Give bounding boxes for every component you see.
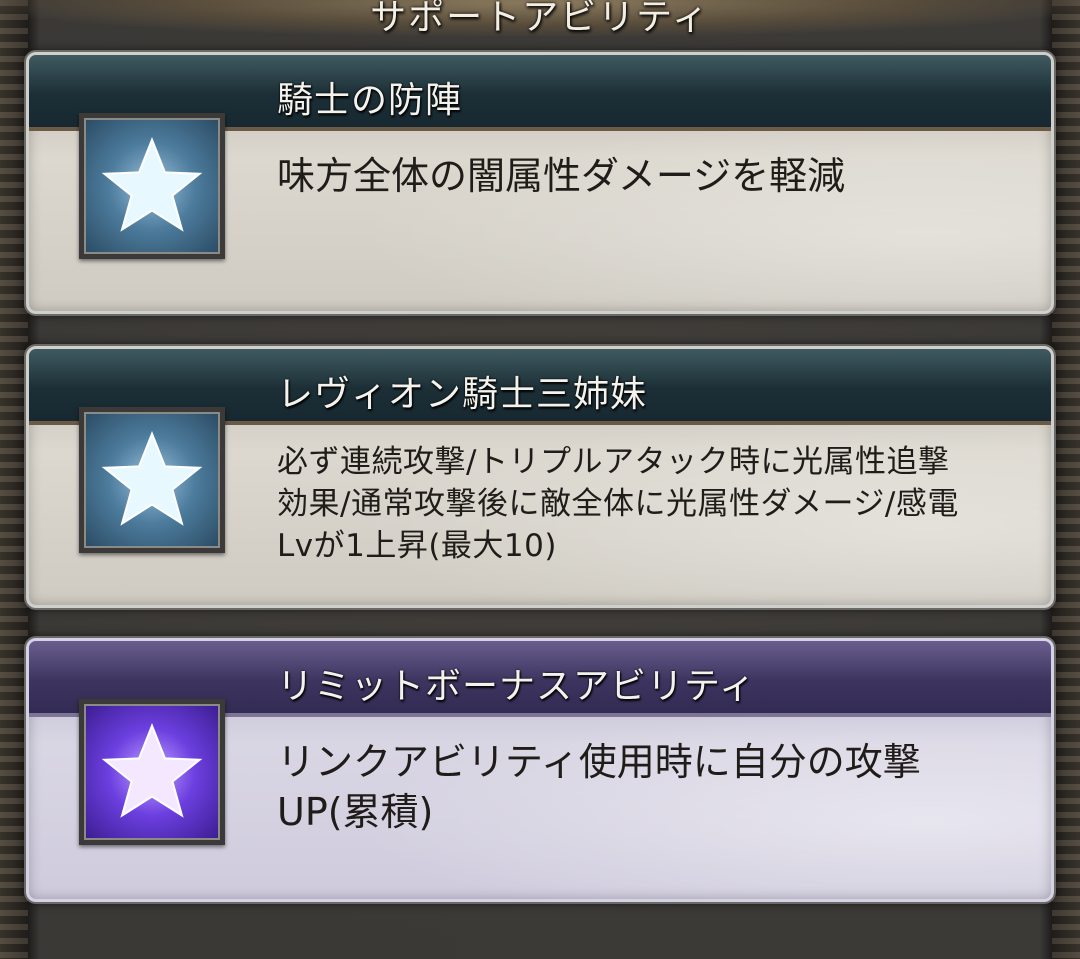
section-title: サポートアビリティ xyxy=(370,0,710,38)
ability-name: 騎士の防陣 xyxy=(277,80,463,121)
ability-name: リミットボーナスアビリティ xyxy=(277,666,756,707)
ability-card[interactable]: レヴィオン騎士三姉妹 必ず連続攻撃/トリプルアタック時に光属性追撃 効果/通常攻… xyxy=(26,346,1054,608)
ability-description: 味方全体の闇属性ダメージを軽減 xyxy=(277,154,846,198)
section-header: サポートアビリティ xyxy=(0,0,1080,38)
right-ornate-rail xyxy=(1052,0,1080,959)
star-icon xyxy=(79,699,225,845)
ability-description: リンクアビリティ使用時に自分の攻撃 UP(累積) xyxy=(277,740,921,834)
ability-card[interactable]: 騎士の防陣 味方全体の闇属性ダメージを軽減 xyxy=(26,52,1054,314)
ability-description: 必ず連続攻撃/トリプルアタック時に光属性追撃 効果/通常攻撃後に敵全体に光属性ダ… xyxy=(277,444,959,564)
support-abilities-screen: サポートアビリティ 騎士の防陣 味方全体の闇属性ダメージを軽減 レヴィオン騎士三… xyxy=(0,0,1080,959)
ability-name: レヴィオン騎士三姉妹 xyxy=(277,374,648,415)
star-icon-glyph xyxy=(101,722,203,818)
star-icon xyxy=(79,113,225,259)
star-icon xyxy=(79,407,225,553)
ability-card-limit-bonus[interactable]: リミットボーナスアビリティ リンクアビリティ使用時に自分の攻撃 UP(累積) xyxy=(26,638,1054,902)
left-ornate-rail xyxy=(0,0,28,959)
star-icon-glyph xyxy=(101,136,203,232)
star-icon-glyph xyxy=(101,430,203,526)
